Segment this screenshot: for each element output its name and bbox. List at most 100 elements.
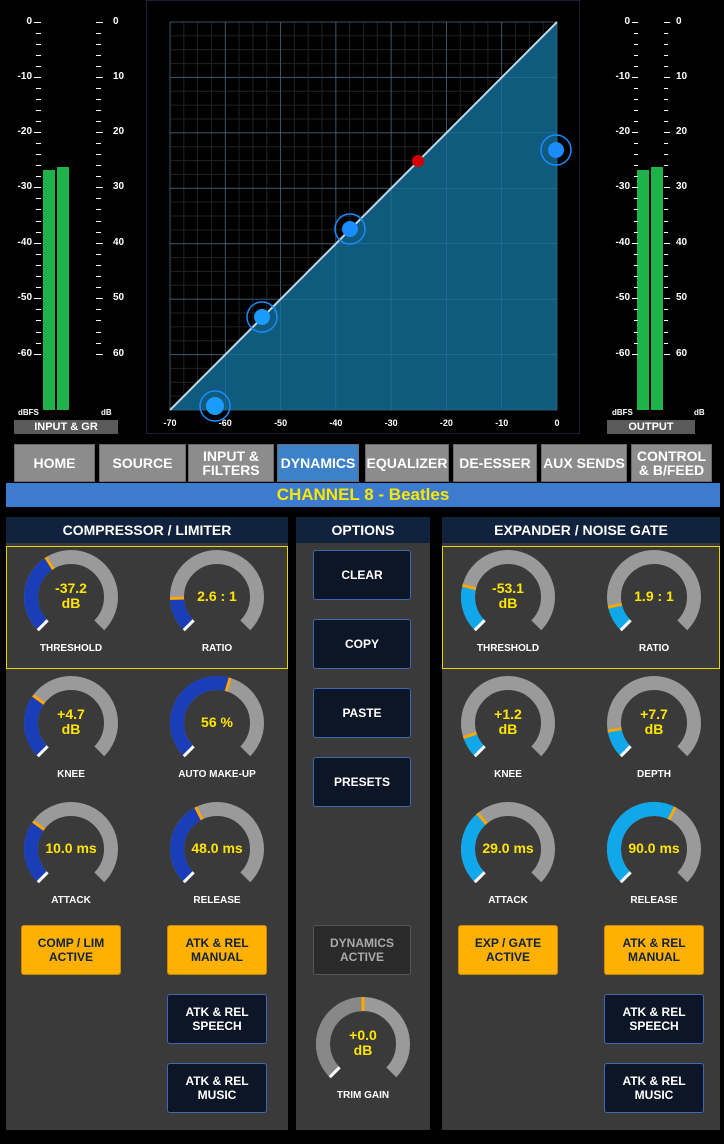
input-left-scale-minor-tick: [36, 331, 41, 333]
comp-attack-knob[interactable]: 10.0 ms ATTACK: [11, 799, 131, 929]
knob-fill: [463, 732, 485, 757]
output-right-scale-minor-tick: [664, 320, 668, 322]
output-right-scale-tick: [664, 22, 670, 23]
input-right-scale-minor-tick: [96, 331, 101, 333]
output-left-scale-tick-label: 0: [624, 16, 630, 27]
input-left-scale-tick: [34, 354, 41, 355]
input-right-scale-tick-label: 20: [113, 126, 125, 137]
clear-button[interactable]: CLEAR: [313, 550, 411, 600]
comp-atk-rel-music-button[interactable]: ATK & REL MUSIC: [167, 1063, 267, 1113]
input-right-scale-tick-label: 60: [113, 348, 125, 359]
input-left-scale-tick-label: 0: [26, 16, 32, 27]
input-left-scale-minor-tick: [36, 165, 41, 166]
comp-lim-active-button[interactable]: COMP / LIM ACTIVE: [21, 925, 121, 975]
output-right-scale-minor-tick: [664, 165, 668, 166]
input-right-scale-tick: [96, 354, 103, 355]
exp-knee-knob[interactable]: +1.2 dB KNEE: [448, 673, 568, 803]
comp-release-knob[interactable]: 48.0 ms RELEASE: [157, 799, 277, 929]
input-right-scale-minor-tick: [96, 287, 101, 288]
dynamics-active-button[interactable]: DYNAMICS ACTIVE: [313, 925, 411, 975]
input-right-scale-minor-tick: [96, 99, 101, 100]
tab-control-b-feed[interactable]: CONTROL & B/FEED: [631, 444, 712, 482]
knob-label: RELEASE: [193, 895, 241, 906]
exp-depth-knob[interactable]: +7.7 dB DEPTH: [594, 673, 714, 803]
dynamics-transfer-graph[interactable]: -70 -60 -50 -40 -30 -20 -10 0: [146, 0, 580, 434]
tab-de-esser[interactable]: DE-ESSER: [453, 444, 537, 482]
knob-value: 56 %: [177, 715, 257, 730]
input-left-scale-minor-tick: [36, 66, 41, 67]
x-tick-label: -20: [440, 418, 453, 428]
comp-atk-rel-manual-button[interactable]: ATK & REL MANUAL: [167, 925, 267, 975]
presets-button[interactable]: PRESETS: [313, 757, 411, 807]
input-meter-label: INPUT & GR: [14, 420, 118, 434]
exp-ratio-knob[interactable]: 1.9 : 1 RATIO: [594, 547, 714, 677]
knob-label: DEPTH: [637, 769, 671, 780]
exp-attack-knob[interactable]: 29.0 ms ATTACK: [448, 799, 568, 929]
knob-fill: [608, 603, 631, 631]
comp-ratio-knob[interactable]: 2.6 : 1 RATIO: [157, 547, 277, 677]
knob-label: KNEE: [57, 769, 85, 780]
input-left-scale-minor-tick: [36, 99, 41, 100]
input-right-scale-minor-tick: [96, 88, 101, 89]
output-left-scale-minor-tick: [634, 99, 638, 100]
input-right-scale-minor-tick: [96, 121, 101, 122]
output-right-scale-tick: [664, 354, 670, 355]
exp-threshold-knob[interactable]: -53.1 dB THRESHOLD: [448, 547, 568, 677]
tab-input-filters[interactable]: INPUT & FILTERS: [188, 444, 274, 482]
output-right-scale-tick-label: 50: [676, 292, 688, 303]
tab-aux-sends[interactable]: AUX SENDS: [541, 444, 627, 482]
exp-atk-rel-music-button[interactable]: ATK & REL MUSIC: [604, 1063, 704, 1113]
exp-atk-rel-speech-button[interactable]: ATK & REL SPEECH: [604, 994, 704, 1044]
knob-value-number: +4.7: [57, 706, 85, 722]
input-left-scale-minor-tick: [36, 55, 41, 56]
knob-value-unit: dB: [61, 595, 81, 611]
input-right-scale-minor-tick: [96, 44, 101, 45]
output-right-scale-minor-tick: [664, 33, 668, 34]
output-right-scale-minor-tick: [664, 331, 668, 333]
input-left-scale-tick-label: -40: [17, 237, 32, 248]
input-left-scale-tick: [34, 187, 41, 188]
knob-value-unit: dB: [498, 595, 518, 611]
knob-value: +4.7 dB: [31, 707, 111, 737]
input-left-scale-minor-tick: [36, 143, 41, 144]
exp-release-knob[interactable]: 90.0 ms RELEASE: [594, 799, 714, 929]
knob-value-number: +7.7: [640, 706, 668, 722]
paste-button[interactable]: PASTE: [313, 688, 411, 738]
output-dbfs-label: dBFS: [612, 408, 633, 417]
signal-level-dot: [412, 155, 424, 167]
output-left-scale-minor-tick: [634, 231, 638, 233]
comp-atk-rel-speech-button[interactable]: ATK & REL SPEECH: [167, 994, 267, 1044]
output-left-scale-tick-label: -20: [615, 126, 630, 137]
input-dbfs-label: dBFS: [18, 408, 39, 417]
knob-value: 2.6 : 1: [177, 589, 257, 604]
output-right-scale-tick: [664, 132, 670, 133]
expander-panel: EXPANDER / NOISE GATE -53.1 dB THRESHOLD 1…: [442, 517, 720, 1130]
knob-value-unit: dB: [353, 1042, 373, 1058]
output-right-scale-tick-label: 0: [676, 16, 682, 27]
output-left-scale-tick: [632, 132, 638, 133]
exp-gate-active-button[interactable]: EXP / GATE ACTIVE: [458, 925, 558, 975]
tab-dynamics[interactable]: DYNAMICS: [277, 444, 359, 482]
output-left-scale-tick-label: -30: [615, 181, 630, 192]
comp-threshold-knob[interactable]: -37.2 dB THRESHOLD: [11, 547, 131, 677]
tab-equalizer[interactable]: EQUALIZER: [365, 444, 449, 482]
copy-button[interactable]: COPY: [313, 619, 411, 669]
output-right-scale-tick-label: 60: [676, 348, 688, 359]
knob-value-number: 56 %: [201, 714, 233, 730]
knob-value: +1.2 dB: [468, 707, 548, 737]
comp-makeup-knob[interactable]: 56 % AUTO MAKE-UP: [157, 673, 277, 803]
comp-knee-knob[interactable]: +4.7 dB KNEE: [11, 673, 131, 803]
output-left-scale-minor-tick: [634, 209, 638, 211]
tab-home[interactable]: HOME: [14, 444, 95, 482]
tab-source[interactable]: SOURCE: [99, 444, 186, 482]
output-right-scale-minor-tick: [664, 231, 668, 233]
output-meter-label: OUTPUT: [607, 420, 695, 434]
input-left-scale-minor-tick: [36, 209, 41, 211]
output-db-label: dB: [694, 408, 705, 417]
input-left-scale-tick-label: -10: [17, 71, 32, 82]
input-left-scale-minor-tick: [36, 287, 41, 288]
exp-atk-rel-manual-button[interactable]: ATK & REL MANUAL: [604, 925, 704, 975]
knob-value-number: 48.0 ms: [191, 840, 243, 856]
output-left-scale-tick: [632, 298, 638, 299]
trim-gain-knob[interactable]: +0.0 dB TRIM GAIN: [303, 994, 423, 1124]
